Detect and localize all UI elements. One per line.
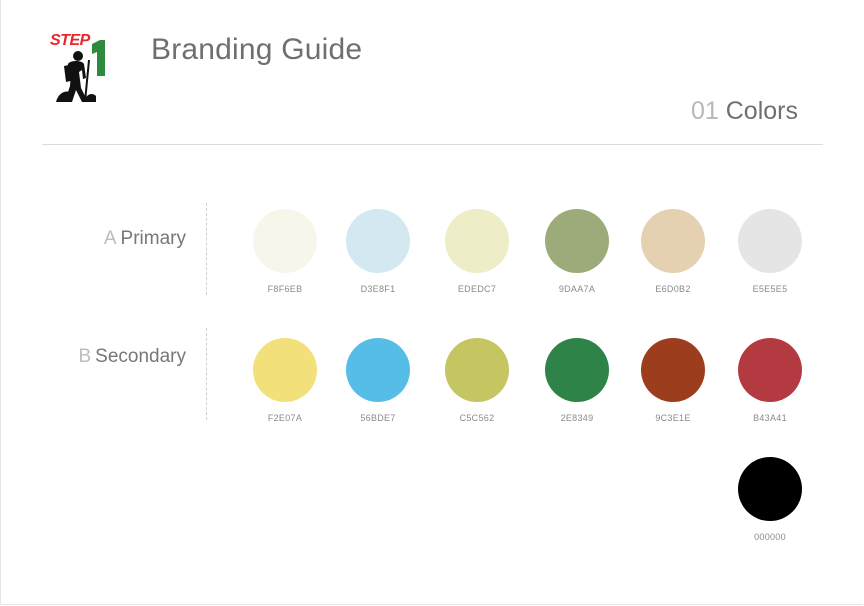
page-frame (0, 0, 863, 605)
secondary-swatch: F2E07A (253, 338, 317, 423)
color-hex: D3E8F1 (360, 284, 396, 294)
color-hex: 56BDE7 (360, 413, 396, 423)
step-logo: STEP (48, 30, 112, 104)
header-divider (42, 144, 823, 145)
primary-swatch: D3E8F1 (346, 209, 410, 294)
primary-label: Primary (120, 228, 186, 249)
secondary-swatch: 2E8349 (545, 338, 609, 423)
primary-divider (206, 203, 207, 295)
secondary-label: Secondary (95, 346, 186, 367)
color-hex: F2E07A (267, 413, 303, 423)
color-hex: F8F6EB (267, 284, 303, 294)
section-number: 01 (690, 97, 719, 125)
section-heading: 01 Colors (691, 97, 798, 126)
black-swatch: 000000 (738, 457, 802, 542)
color-dot (738, 457, 802, 521)
color-dot (545, 338, 609, 402)
color-dot (738, 209, 802, 273)
primary-swatch: E5E5E5 (738, 209, 802, 294)
color-dot (738, 338, 802, 402)
color-dot (545, 209, 609, 273)
color-hex: 9DAA7A (558, 284, 596, 294)
color-hex: E6D0B2 (655, 284, 691, 294)
primary-letter: A (103, 228, 117, 249)
primary-swatch: EDEDC7 (445, 209, 509, 294)
color-dot (445, 209, 509, 273)
color-dot (445, 338, 509, 402)
color-hex: E5E5E5 (752, 284, 788, 294)
primary-swatch: E6D0B2 (641, 209, 705, 294)
color-dot (253, 209, 317, 273)
color-hex: 2E8349 (560, 413, 594, 423)
logo-wordmark: STEP (50, 32, 90, 49)
secondary-swatch: C5C562 (445, 338, 509, 423)
secondary-divider (206, 328, 207, 420)
secondary-swatch: 9C3E1E (641, 338, 705, 423)
color-hex: 9C3E1E (655, 413, 691, 423)
primary-swatch: F8F6EB (253, 209, 317, 294)
page-title: Branding Guide (151, 33, 363, 66)
color-dot (641, 209, 705, 273)
color-dot (346, 209, 410, 273)
color-hex: B43A41 (753, 413, 787, 423)
primary-row-label: A Primary (0, 228, 186, 250)
section-title: Colors (725, 97, 798, 125)
color-hex: C5C562 (459, 413, 495, 423)
secondary-letter: B (78, 346, 92, 367)
primary-swatch: 9DAA7A (545, 209, 609, 294)
color-dot (346, 338, 410, 402)
secondary-swatch: B43A41 (738, 338, 802, 423)
color-dot (253, 338, 317, 402)
color-dot (641, 338, 705, 402)
secondary-row-label: B Secondary (0, 346, 186, 368)
color-hex: EDEDC7 (457, 284, 497, 294)
color-hex: 000000 (754, 532, 786, 542)
secondary-swatch: 56BDE7 (346, 338, 410, 423)
